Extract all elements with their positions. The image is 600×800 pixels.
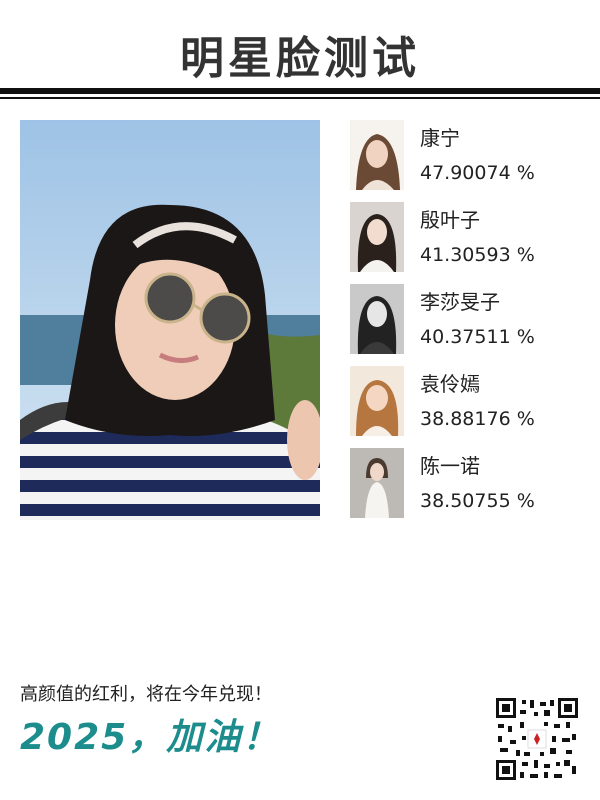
celebrity-name: 康宁 [420,126,460,150]
celebrity-photo-icon [350,202,404,272]
celebrity-name: 李莎旻子 [420,290,500,314]
celebrity-photo-icon [350,366,404,436]
celebrity-name: 殷叶子 [420,208,480,232]
footer-cheer: 2025，加油！ [20,717,281,758]
result-item[interactable]: 陈一诺 38.50755 % [350,448,590,530]
match-results-list: 康宁 47.90074 % 殷叶子 41.30593 % 李莎旻子 40.375… [350,120,590,530]
celebrity-photo-icon [350,448,404,518]
similarity-percent: 38.50755 % [420,490,535,512]
result-item[interactable]: 殷叶子 41.30593 % [350,202,590,284]
footer-slogan: 高颜值的红利，将在今年兑现！ [20,684,272,705]
similarity-percent: 40.37511 % [420,326,535,348]
user-photo-illustration [20,120,320,520]
similarity-percent: 47.90074 % [420,162,535,184]
similarity-percent: 41.30593 % [420,244,535,266]
result-item[interactable]: 袁伶嫣 38.88176 % [350,366,590,448]
celebrity-photo-icon [350,120,404,190]
celebrity-name: 陈一诺 [420,454,480,478]
celebrity-photo-icon [350,284,404,354]
similarity-percent: 38.88176 % [420,408,535,430]
user-photo [20,120,320,520]
result-item[interactable]: 李莎旻子 40.37511 % [350,284,590,366]
page-title: 明星脸测试 [180,33,420,84]
header-divider-thick [0,88,600,94]
celebrity-name: 袁伶嫣 [420,372,480,396]
qr-code-icon[interactable] [494,696,580,782]
header-divider-thin [0,97,600,99]
result-item[interactable]: 康宁 47.90074 % [350,120,590,202]
